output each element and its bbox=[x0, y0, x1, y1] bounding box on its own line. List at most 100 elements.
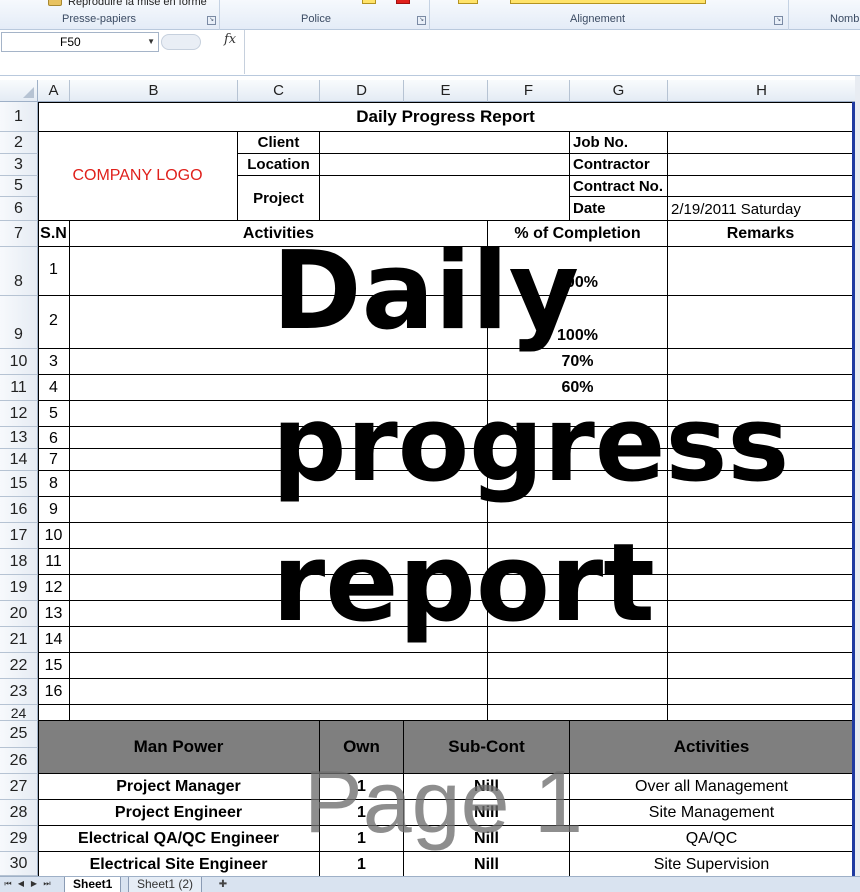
row-header[interactable]: 18 bbox=[0, 549, 38, 575]
row-header[interactable]: 22 bbox=[0, 653, 38, 679]
sn-cell[interactable]: 3 bbox=[38, 349, 70, 375]
sn-cell[interactable]: 5 bbox=[38, 401, 70, 427]
formula-input[interactable] bbox=[244, 30, 860, 74]
remarks-cell[interactable] bbox=[668, 679, 854, 705]
column-header-f[interactable]: F bbox=[488, 80, 570, 102]
manpower-role[interactable]: Project Manager bbox=[38, 774, 320, 800]
manpower-activity[interactable]: Site Supervision bbox=[570, 852, 854, 878]
row-header[interactable]: 30 bbox=[0, 852, 38, 876]
row-header[interactable]: 28 bbox=[0, 800, 38, 826]
sn-cell[interactable]: 13 bbox=[38, 601, 70, 627]
row-header[interactable]: 9 bbox=[0, 296, 38, 349]
manpower-role[interactable]: Electrical Site Engineer bbox=[38, 852, 320, 878]
row-header[interactable]: 24 bbox=[0, 705, 38, 721]
sn-cell[interactable]: 1 bbox=[38, 247, 70, 296]
clipboard-launcher-icon[interactable]: ↘ bbox=[207, 16, 216, 25]
remarks-cell[interactable] bbox=[668, 601, 854, 627]
sheet-tab-sheet1-2[interactable]: Sheet1 (2) bbox=[128, 877, 203, 892]
row-header[interactable]: 1 bbox=[0, 102, 38, 132]
sn-cell[interactable]: 9 bbox=[38, 497, 70, 523]
remarks-cell[interactable] bbox=[668, 247, 854, 296]
row-header[interactable]: 21 bbox=[0, 627, 38, 653]
column-header-a[interactable]: A bbox=[38, 80, 70, 102]
row-header[interactable]: 5 bbox=[0, 176, 38, 197]
sn-cell[interactable]: 11 bbox=[38, 549, 70, 575]
client-field[interactable] bbox=[320, 132, 570, 154]
remarks-cell[interactable] bbox=[668, 653, 854, 679]
row-header[interactable]: 11 bbox=[0, 375, 38, 401]
vertical-scrollbar[interactable] bbox=[855, 76, 860, 880]
column-header-c[interactable]: C bbox=[238, 80, 320, 102]
insert-function-icon[interactable]: fx bbox=[224, 32, 236, 47]
manpower-subcont[interactable]: Nill bbox=[404, 852, 570, 878]
prev-sheet-icon[interactable]: ◀ bbox=[15, 878, 27, 890]
remarks-cell[interactable] bbox=[668, 549, 854, 575]
row-header[interactable]: 29 bbox=[0, 826, 38, 852]
font-color-swatch[interactable] bbox=[396, 0, 410, 4]
merge-center-swatch[interactable] bbox=[510, 0, 706, 4]
sn-cell[interactable]: 4 bbox=[38, 375, 70, 401]
name-box[interactable]: F50 ▼ bbox=[1, 32, 159, 52]
row-header[interactable]: 6 bbox=[0, 197, 38, 221]
remarks-cell[interactable] bbox=[668, 349, 854, 375]
font-launcher-icon[interactable]: ↘ bbox=[417, 16, 426, 25]
activity-cell[interactable] bbox=[70, 653, 488, 679]
sn-cell[interactable]: 8 bbox=[38, 471, 70, 497]
remarks-cell[interactable] bbox=[668, 705, 854, 721]
column-header-g[interactable]: G bbox=[570, 80, 668, 102]
completion-cell[interactable] bbox=[488, 679, 668, 705]
row-header[interactable]: 13 bbox=[0, 427, 38, 449]
location-field[interactable] bbox=[320, 154, 570, 176]
insert-sheet-icon[interactable]: ✚ bbox=[213, 878, 233, 891]
column-header-b[interactable]: B bbox=[70, 80, 238, 102]
row-header[interactable]: 27 bbox=[0, 774, 38, 800]
row-header[interactable]: 3 bbox=[0, 154, 38, 176]
row-header[interactable]: 7 bbox=[0, 221, 38, 247]
sn-cell[interactable]: 14 bbox=[38, 627, 70, 653]
formula-bar-resize-handle[interactable] bbox=[161, 34, 201, 50]
sn-cell[interactable]: 6 bbox=[38, 427, 70, 449]
format-painter-icon[interactable] bbox=[48, 0, 62, 6]
column-header-d[interactable]: D bbox=[320, 80, 404, 102]
manpower-role[interactable]: Electrical QA/QC Engineer bbox=[38, 826, 320, 852]
sheet-tab-sheet1[interactable]: Sheet1 bbox=[64, 877, 122, 892]
alignment-launcher-icon[interactable]: ↘ bbox=[774, 16, 783, 25]
activity-cell[interactable] bbox=[70, 705, 488, 721]
first-sheet-icon[interactable]: ⏮ bbox=[2, 878, 14, 890]
row-header[interactable]: 23 bbox=[0, 679, 38, 705]
manpower-own[interactable]: 1 bbox=[320, 852, 404, 878]
sn-cell[interactable]: 16 bbox=[38, 679, 70, 705]
sn-cell[interactable]: 7 bbox=[38, 449, 70, 471]
remarks-cell[interactable] bbox=[668, 627, 854, 653]
manpower-role[interactable]: Project Engineer bbox=[38, 800, 320, 826]
manpower-activity[interactable]: QA/QC bbox=[570, 826, 854, 852]
contract-no-field[interactable] bbox=[668, 176, 854, 197]
row-header[interactable]: 20 bbox=[0, 601, 38, 627]
wrap-text-swatch[interactable] bbox=[458, 0, 478, 4]
row-header[interactable]: 14 bbox=[0, 449, 38, 471]
activity-cell[interactable] bbox=[70, 679, 488, 705]
manpower-activity[interactable]: Site Management bbox=[570, 800, 854, 826]
remarks-cell[interactable] bbox=[668, 523, 854, 549]
chevron-down-icon[interactable]: ▼ bbox=[147, 33, 155, 51]
completion-cell[interactable] bbox=[488, 653, 668, 679]
row-header[interactable]: 16 bbox=[0, 497, 38, 523]
manpower-activity[interactable]: Over all Management bbox=[570, 774, 854, 800]
date-value[interactable]: 2/19/2011 Saturday bbox=[668, 197, 854, 221]
column-header-e[interactable]: E bbox=[404, 80, 488, 102]
fill-color-swatch[interactable] bbox=[362, 0, 376, 4]
row-header[interactable]: 26 bbox=[0, 748, 38, 774]
project-field[interactable] bbox=[320, 176, 570, 221]
remarks-cell[interactable] bbox=[668, 575, 854, 601]
row-header[interactable]: 2 bbox=[0, 132, 38, 154]
sn-cell[interactable] bbox=[38, 705, 70, 721]
select-all-button[interactable] bbox=[0, 80, 38, 102]
format-painter-button[interactable]: Reproduire la mise en forme bbox=[68, 0, 207, 8]
row-header[interactable]: 12 bbox=[0, 401, 38, 427]
completion-cell[interactable] bbox=[488, 705, 668, 721]
row-header[interactable]: 25 bbox=[0, 721, 38, 748]
report-title[interactable]: Daily Progress Report bbox=[38, 102, 854, 132]
company-logo-placeholder[interactable]: COMPANY LOGO bbox=[38, 132, 238, 221]
next-sheet-icon[interactable]: ▶ bbox=[28, 878, 40, 890]
sn-cell[interactable]: 10 bbox=[38, 523, 70, 549]
